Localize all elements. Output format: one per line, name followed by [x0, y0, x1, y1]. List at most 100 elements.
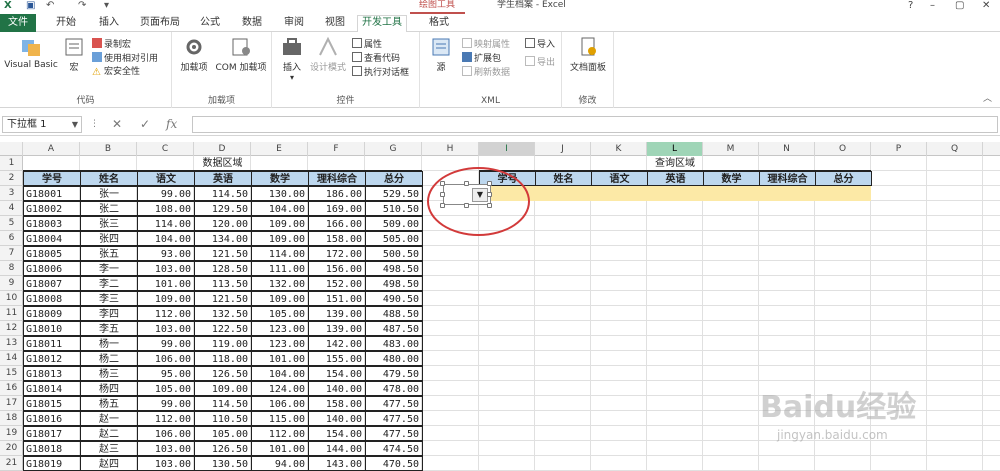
table-cell[interactable]: 126.50 [194, 441, 252, 456]
table-cell[interactable]: 108.00 [137, 201, 195, 216]
table-cell[interactable]: 142.00 [308, 336, 366, 351]
table-cell[interactable]: 109.00 [251, 291, 309, 306]
table-cell[interactable]: G18017 [23, 426, 81, 441]
enter-icon[interactable]: ✓ [140, 116, 150, 132]
table-cell[interactable]: 李一 [80, 261, 138, 276]
table-cell[interactable]: 490.50 [365, 291, 423, 306]
formula-input[interactable] [192, 116, 998, 133]
table-cell[interactable]: 106.00 [137, 351, 195, 366]
table-cell[interactable]: 105.00 [251, 306, 309, 321]
data-header-cell[interactable]: 理科综合 [308, 171, 366, 186]
table-cell[interactable]: 103.00 [137, 261, 195, 276]
tab-review[interactable]: 审阅 [280, 16, 308, 32]
table-cell[interactable]: 479.50 [365, 366, 423, 381]
table-cell[interactable]: 121.50 [194, 291, 252, 306]
table-cell[interactable]: 126.50 [194, 366, 252, 381]
table-cell[interactable]: 505.00 [365, 231, 423, 246]
table-cell[interactable]: 李三 [80, 291, 138, 306]
table-cell[interactable]: 128.50 [194, 261, 252, 276]
row-header-17[interactable]: 17 [0, 396, 23, 411]
table-cell[interactable]: 109.00 [194, 381, 252, 396]
doc-panel-button[interactable]: 文档面板 [564, 36, 612, 73]
table-cell[interactable]: 111.00 [251, 261, 309, 276]
design-mode-button[interactable]: 设计模式 [308, 36, 348, 73]
table-cell[interactable]: G18001 [23, 186, 81, 201]
table-cell[interactable]: 123.00 [251, 321, 309, 336]
table-cell[interactable]: G18016 [23, 411, 81, 426]
query-header-cell[interactable]: 理科综合 [759, 171, 816, 186]
table-cell[interactable]: G18019 [23, 456, 81, 471]
table-cell[interactable]: 480.00 [365, 351, 423, 366]
table-cell[interactable]: 99.00 [137, 396, 195, 411]
column-header-q[interactable]: Q [927, 142, 983, 156]
table-cell[interactable]: 112.00 [137, 306, 195, 321]
table-cell[interactable]: 139.00 [308, 306, 366, 321]
table-cell[interactable]: 109.00 [137, 291, 195, 306]
table-cell[interactable]: 张五 [80, 246, 138, 261]
table-cell[interactable]: G18002 [23, 201, 81, 216]
table-cell[interactable]: 132.00 [251, 276, 309, 291]
help-button[interactable]: ? [908, 0, 913, 11]
query-header-cell[interactable]: 英语 [647, 171, 704, 186]
table-cell[interactable]: G18018 [23, 441, 81, 456]
column-header-j[interactable]: J [535, 142, 591, 156]
table-cell[interactable]: G18011 [23, 336, 81, 351]
table-cell[interactable]: 143.00 [308, 456, 366, 471]
table-cell[interactable]: G18009 [23, 306, 81, 321]
data-header-cell[interactable]: 英语 [194, 171, 252, 186]
table-cell[interactable]: G18010 [23, 321, 81, 336]
table-cell[interactable]: 李四 [80, 306, 138, 321]
table-cell[interactable]: 477.50 [365, 411, 423, 426]
table-cell[interactable]: 139.00 [308, 321, 366, 336]
row-header-7[interactable]: 7 [0, 246, 23, 261]
column-header-a[interactable]: A [23, 142, 80, 156]
table-cell[interactable]: 140.00 [308, 381, 366, 396]
table-cell[interactable]: 140.00 [308, 411, 366, 426]
run-dialog-button[interactable]: 执行对话框 [352, 66, 409, 79]
table-cell[interactable]: 李五 [80, 321, 138, 336]
column-header-d[interactable]: D [194, 142, 251, 156]
table-cell[interactable]: 114.50 [194, 396, 252, 411]
table-cell[interactable]: 114.50 [194, 186, 252, 201]
table-cell[interactable]: 106.00 [137, 426, 195, 441]
table-cell[interactable]: 103.00 [137, 321, 195, 336]
table-cell[interactable]: G18005 [23, 246, 81, 261]
insert-control-button[interactable]: 插入 ▾ [276, 36, 308, 83]
table-cell[interactable]: G18007 [23, 276, 81, 291]
column-header-o[interactable]: O [815, 142, 871, 156]
column-header-g[interactable]: G [365, 142, 422, 156]
table-cell[interactable]: 477.50 [365, 396, 423, 411]
addins-button[interactable]: 加载项 [176, 36, 212, 73]
tab-developer[interactable]: 开发工具 [357, 15, 407, 33]
table-cell[interactable]: G18014 [23, 381, 81, 396]
table-cell[interactable]: G18006 [23, 261, 81, 276]
table-cell[interactable]: 101.00 [137, 276, 195, 291]
query-header-cell[interactable]: 总分 [815, 171, 872, 186]
view-code-button[interactable]: 查看代码 [352, 52, 400, 65]
column-header-m[interactable]: M [703, 142, 759, 156]
map-properties-button[interactable]: 映射属性 [462, 38, 510, 51]
column-header-n[interactable]: N [759, 142, 815, 156]
import-button[interactable]: 导入 [525, 38, 555, 51]
collapse-ribbon-icon[interactable]: ︿ [983, 91, 992, 104]
column-header-b[interactable]: B [80, 142, 137, 156]
visual-basic-button[interactable]: Visual Basic [2, 36, 60, 70]
table-cell[interactable]: 155.00 [308, 351, 366, 366]
macros-button[interactable]: 宏 [62, 36, 86, 73]
table-cell[interactable]: 赵一 [80, 411, 138, 426]
row-header-19[interactable]: 19 [0, 426, 23, 441]
tab-page-layout[interactable]: 页面布局 [136, 16, 184, 32]
table-cell[interactable]: 张四 [80, 231, 138, 246]
table-cell[interactable]: 186.00 [308, 186, 366, 201]
row-header-14[interactable]: 14 [0, 351, 23, 366]
tab-home[interactable]: 开始 [52, 16, 80, 32]
table-cell[interactable]: 113.50 [194, 276, 252, 291]
table-cell[interactable]: 151.00 [308, 291, 366, 306]
row-header-8[interactable]: 8 [0, 261, 23, 276]
minimize-button[interactable]: – [930, 0, 935, 11]
row-header-21[interactable]: 21 [0, 456, 23, 471]
data-header-cell[interactable]: 语文 [137, 171, 195, 186]
table-cell[interactable]: 121.50 [194, 246, 252, 261]
table-cell[interactable]: 99.00 [137, 186, 195, 201]
table-cell[interactable]: 120.00 [194, 216, 252, 231]
